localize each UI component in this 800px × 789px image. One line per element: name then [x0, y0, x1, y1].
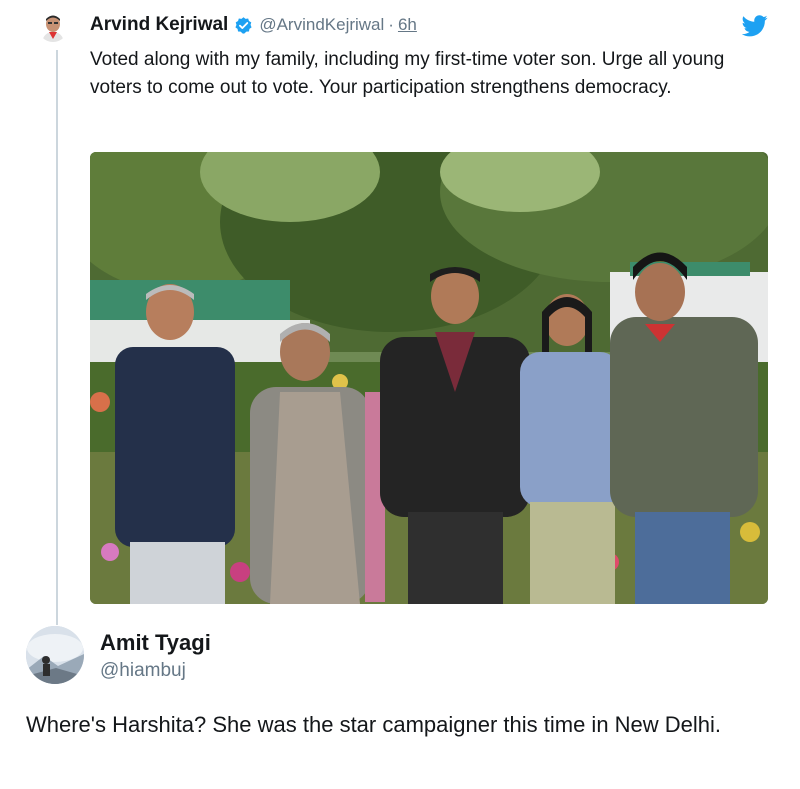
reply-text: Where's Harshita? She was the star campa…: [26, 712, 722, 737]
tweet-timestamp[interactable]: 6h: [398, 15, 417, 35]
tweet-text: Voted along with my family, including my…: [90, 49, 725, 98]
tweet-photo[interactable]: [90, 152, 768, 604]
author-name[interactable]: Arvind Kejriwal: [90, 14, 228, 36]
reply-avatar[interactable]: [26, 626, 84, 684]
verified-badge-icon: [234, 16, 253, 35]
author-handle[interactable]: @ArvindKejriwal: [259, 15, 384, 35]
author-avatar[interactable]: [38, 12, 68, 42]
twitter-bird-icon[interactable]: [741, 15, 768, 37]
reply-author-name[interactable]: Amit Tyagi: [100, 630, 211, 656]
tweet-header: Arvind Kejriwal @ArvindKejriwal · 6h: [90, 12, 417, 38]
reply-author-handle[interactable]: @hiambuj: [100, 660, 186, 682]
separator-dot: ·: [388, 15, 394, 34]
thread-connector-line: [56, 50, 58, 625]
